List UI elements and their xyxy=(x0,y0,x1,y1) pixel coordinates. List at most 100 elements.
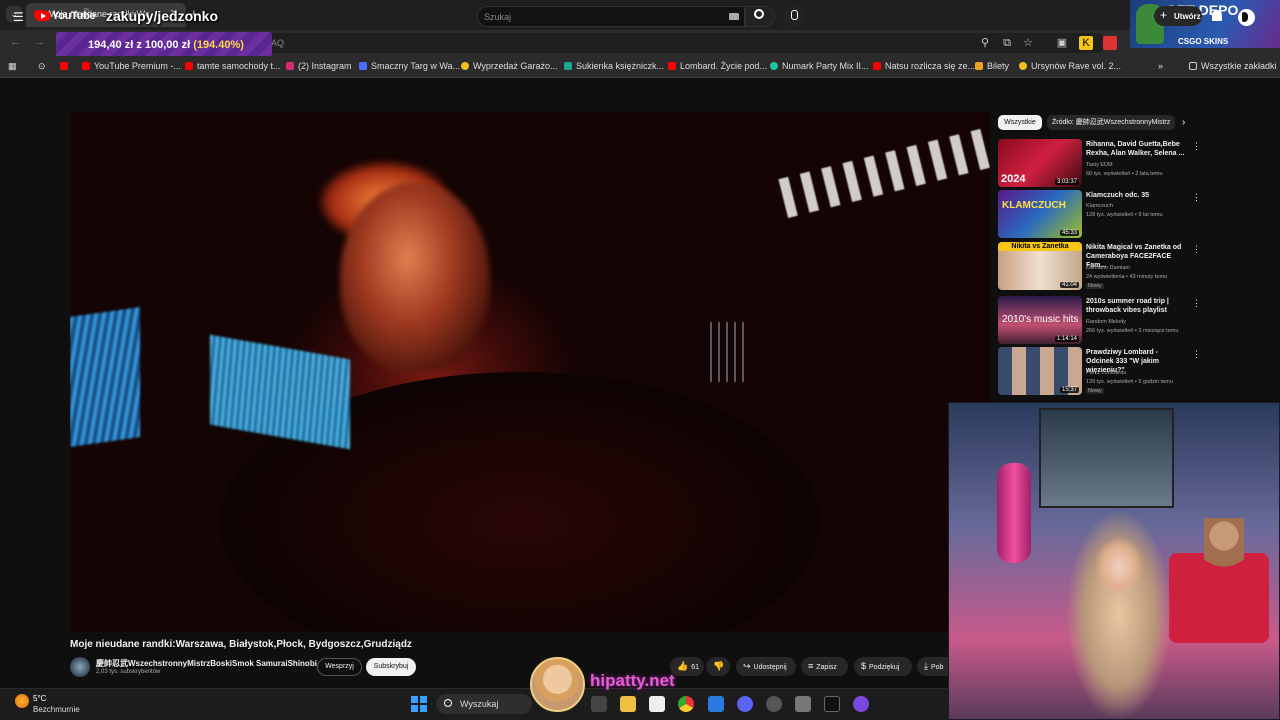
more-options-icon[interactable]: ⋮ xyxy=(1192,244,1201,255)
video-thumbnail[interactable]: Nikita vs Zanetka 41:04 xyxy=(998,242,1082,290)
bookmark-item[interactable]: Smaczny Targ w Wa... xyxy=(359,61,460,71)
zoom-icon[interactable]: ⚲ xyxy=(978,36,992,50)
install-app-icon[interactable]: ⧉ xyxy=(1000,36,1014,50)
terminal-icon[interactable] xyxy=(824,696,840,712)
recommended-video[interactable]: 2024 3:03:37 Rihanna, David Guetta,Bebe … xyxy=(998,139,1203,189)
apps-grid-icon[interactable]: ▦ xyxy=(8,61,17,72)
channel-name[interactable]: Random Melody xyxy=(1086,319,1126,325)
share-button[interactable]: ↪ Udostępnij xyxy=(736,657,796,676)
save-button[interactable]: ≡ Zapisz xyxy=(801,657,848,676)
recommended-video[interactable]: KLAMCZUCH 45:33 Klamczuch odc. 35 Klamcz… xyxy=(998,190,1203,240)
bookmark-favicon-icon xyxy=(668,62,676,70)
video-duration: 15:37 xyxy=(1059,387,1079,393)
extension-k-icon[interactable]: K xyxy=(1079,36,1093,50)
channel-name[interactable]: Klamczuch xyxy=(1086,203,1113,209)
channel-avatar[interactable] xyxy=(70,657,90,677)
share-label: Udostępnij xyxy=(753,664,787,671)
weather-description[interactable]: Bezchmurnie xyxy=(33,705,80,714)
settings-gear-icon[interactable] xyxy=(795,696,811,712)
channel-name[interactable]: 慶帥忍武WszechstronnyMistrzBoskiSmok Samurai… xyxy=(96,658,317,669)
video-thumbnail[interactable]: 15:37 xyxy=(998,347,1082,395)
thanks-icon: $ xyxy=(861,661,867,671)
channel-name[interactable]: Pan z Lombardu xyxy=(1086,370,1126,376)
chrome-icon[interactable] xyxy=(678,696,694,712)
video-title[interactable]: Klamczuch odc. 35 xyxy=(1086,191,1186,200)
notepad-icon[interactable] xyxy=(708,696,724,712)
recommended-video[interactable]: 2010's music hits 1:14:14 2010s summer r… xyxy=(998,296,1203,346)
bookmark-item[interactable]: Numark Party Mix II... xyxy=(770,61,869,71)
subscriber-count: 2,03 tys. subskrybentów xyxy=(96,669,161,675)
weather-sun-icon[interactable] xyxy=(15,694,29,708)
file-explorer-icon[interactable] xyxy=(620,696,636,712)
chevron-right-icon[interactable]: › xyxy=(1182,117,1185,128)
bookmark-item[interactable]: (2) Instagram xyxy=(286,61,352,71)
download-button[interactable]: ⤓ Pob xyxy=(917,657,948,676)
voice-search-mic-icon[interactable] xyxy=(783,5,805,27)
channel-name[interactable]: Damiano Damiani xyxy=(1086,265,1130,271)
extension-red-icon[interactable] xyxy=(1103,36,1117,50)
store-icon[interactable] xyxy=(649,696,665,712)
more-options-icon[interactable]: ⋮ xyxy=(1192,141,1201,152)
bookmark-item[interactable]: Wyprzedaż Garażo... xyxy=(461,61,557,71)
bookmark-item[interactable]: Lombard. Życie pod... xyxy=(668,61,767,71)
extension-icon[interactable]: ▣ xyxy=(1055,36,1069,50)
video-title[interactable]: Rihanna, David Guetta,Bebe Rexha, Alan W… xyxy=(1086,140,1186,158)
back-arrow-icon[interactable]: ← xyxy=(10,36,21,48)
app-icon[interactable] xyxy=(853,696,869,712)
discord-icon[interactable] xyxy=(737,696,753,712)
video-title[interactable]: 2010s summer road trip | throwback vibes… xyxy=(1086,297,1186,315)
bookmark-favicon-icon xyxy=(185,62,193,70)
recommended-video[interactable]: 15:37 Prawdziwy Lombard - Odcinek 333 "W… xyxy=(998,347,1203,397)
recommended-video[interactable]: Nikita vs Zanetka 41:04 Nikita Magical v… xyxy=(998,242,1203,292)
search-input[interactable] xyxy=(477,6,745,27)
join-button[interactable]: Wesprzyj xyxy=(317,658,362,676)
app-icon[interactable] xyxy=(766,696,782,712)
like-button[interactable]: 👍 61 xyxy=(670,657,704,676)
bookmark-icon[interactable]: ⊙ xyxy=(38,61,46,72)
notifications-bell-icon[interactable] xyxy=(1212,10,1222,21)
forward-arrow-icon[interactable]: → xyxy=(34,36,45,48)
bookmark-item[interactable]: Bilety xyxy=(975,61,1009,71)
bookmark-item[interactable] xyxy=(60,61,72,71)
video-player[interactable] xyxy=(70,112,990,632)
hamburger-menu-icon[interactable]: ☰ xyxy=(13,10,24,24)
bookmarks-overflow-icon[interactable]: » xyxy=(1158,61,1163,71)
search-icon xyxy=(754,9,764,19)
like-count: 61 xyxy=(691,664,700,671)
bookmark-favicon-icon xyxy=(975,62,983,70)
thumbnail-text: KLAMCZUCH xyxy=(1002,200,1066,211)
task-view-icon[interactable] xyxy=(591,696,607,712)
subscribe-button[interactable]: Subskrybuj xyxy=(366,658,416,676)
bookmark-item[interactable]: Sukienka księżniczk... xyxy=(564,61,664,71)
more-options-icon[interactable]: ⋮ xyxy=(1192,298,1201,309)
bookmark-item[interactable]: YouTube Premium -... xyxy=(82,61,181,71)
video-title: Moje nieudane randki:Warszawa, Białystok… xyxy=(70,639,412,650)
bookmark-item[interactable]: tamte samochody t... xyxy=(185,61,281,71)
windows-start-icon[interactable] xyxy=(411,696,427,712)
csgo-skins-ad[interactable]: GET DEPO CSGO SKINS xyxy=(1130,0,1280,48)
bookmark-label: Bilety xyxy=(987,61,1010,71)
weather-temperature[interactable]: 5°C xyxy=(33,694,46,703)
streamer-webcam xyxy=(948,402,1280,720)
more-options-icon[interactable]: ⋮ xyxy=(1192,349,1201,360)
thanks-button[interactable]: $ Podziękuj xyxy=(854,657,912,676)
bookmark-label: YouTube Premium -... xyxy=(94,61,181,71)
video-thumbnail[interactable]: KLAMCZUCH 45:33 xyxy=(998,190,1082,238)
bookmark-star-icon[interactable]: ☆ xyxy=(1021,36,1035,50)
video-duration: 3:03:37 xyxy=(1054,179,1079,185)
keyboard-icon[interactable] xyxy=(729,13,739,20)
video-thumbnail[interactable]: 2010's music hits 1:14:14 xyxy=(998,296,1082,344)
channel-name[interactable]: Tasty EDM xyxy=(1086,162,1113,168)
bookmark-item[interactable]: Ursynów Rave vol. 2... xyxy=(1019,61,1121,71)
video-thumbnail[interactable]: 2024 3:03:37 xyxy=(998,139,1082,187)
account-avatar[interactable] xyxy=(1238,9,1255,26)
youtube-logo-icon[interactable] xyxy=(36,11,50,21)
chip-all[interactable]: Wszystkie xyxy=(998,115,1042,130)
dislike-button[interactable]: 👎 xyxy=(706,657,730,676)
chip-source[interactable]: Źródło: 慶帥忍武WszechstronnyMistrz xyxy=(1047,115,1175,130)
hipatty-brand: hipatty.net xyxy=(590,671,675,690)
more-options-icon[interactable]: ⋮ xyxy=(1192,192,1201,203)
save-label: Zapisz xyxy=(816,664,837,671)
bookmark-item[interactable]: Natsu rozlicza się ze... xyxy=(873,61,975,71)
all-bookmarks-folder[interactable]: Wszystkie zakładki xyxy=(1189,61,1277,71)
